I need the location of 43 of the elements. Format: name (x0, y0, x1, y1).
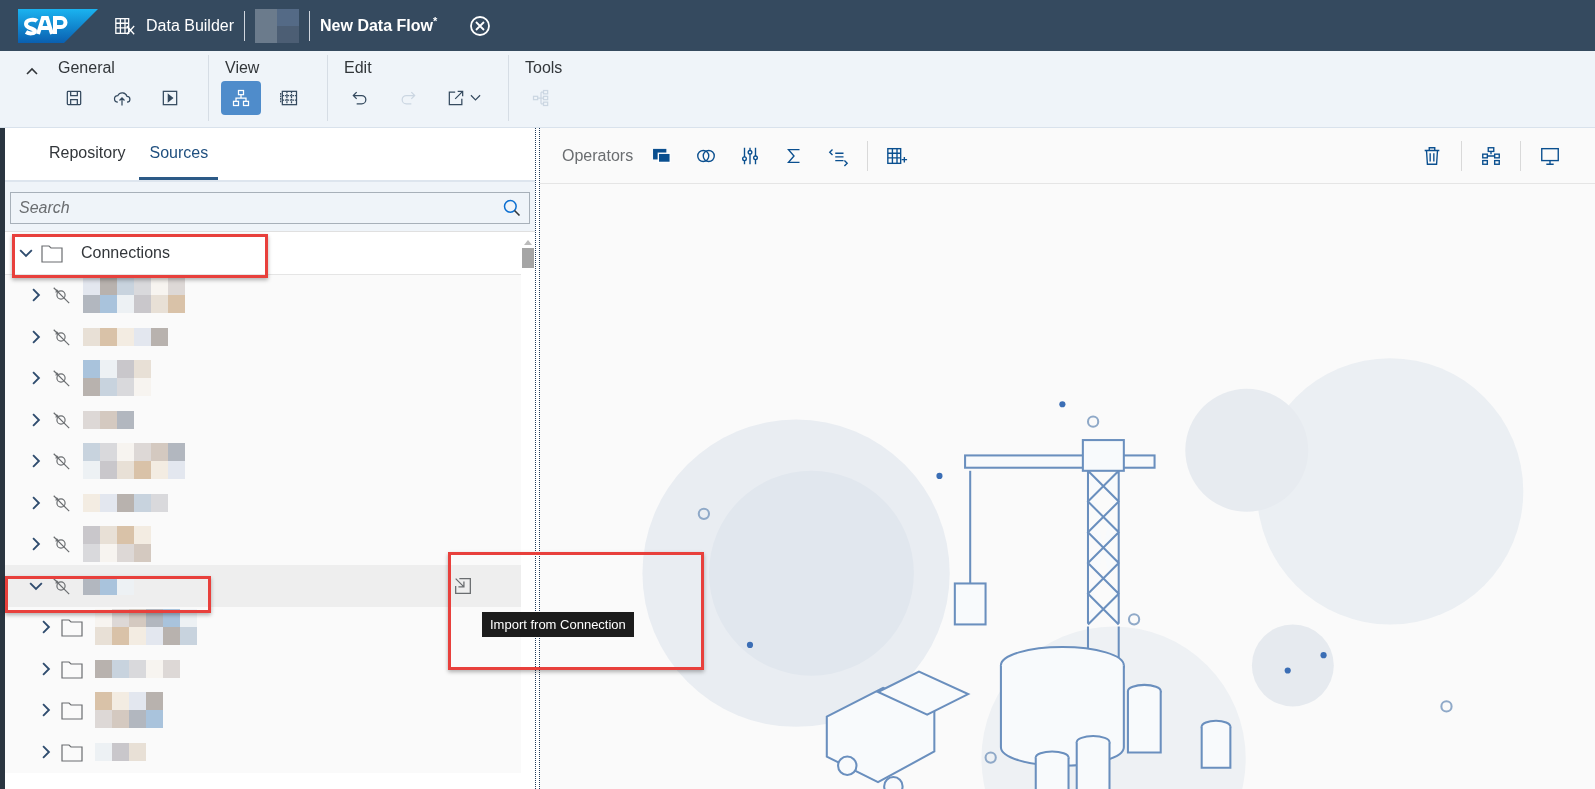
folder-name: Connections (81, 243, 170, 262)
blurred-name (83, 410, 134, 429)
folder-icon (61, 700, 83, 721)
dot-mark (936, 472, 943, 479)
dot-mark (1320, 652, 1327, 659)
hierarchy-icon (1480, 144, 1502, 167)
ring-mark (1086, 415, 1100, 428)
group-label: Tools (525, 59, 563, 77)
folder-icon (41, 242, 63, 263)
folder-icon (61, 741, 83, 762)
caret-icon (26, 67, 38, 75)
disconnected-plug-icon (51, 451, 71, 472)
dot-mark (1059, 401, 1066, 408)
disconnected-plug-icon (51, 368, 71, 389)
blurred-space-name (255, 8, 300, 43)
operators-label: Operators (562, 146, 634, 165)
dot-mark (1284, 667, 1291, 674)
blurred-name (83, 526, 151, 563)
ring-mark (1440, 700, 1453, 713)
group-label: View (225, 59, 261, 77)
logo-icon[interactable] (18, 8, 98, 43)
folder-icon (61, 617, 83, 638)
folder-icon (61, 658, 83, 679)
scroll-thumb[interactable] (522, 248, 534, 268)
blurred-name (95, 742, 146, 761)
ring-mark (984, 751, 997, 764)
caret-icon (469, 94, 481, 102)
tab[interactable]: Repository (39, 128, 136, 180)
app-name[interactable]: Data Builder (146, 16, 235, 35)
tooltip: Import from Connection (482, 612, 634, 637)
blurred-name (83, 360, 151, 397)
diagram-button[interactable] (221, 81, 261, 115)
disconnected-plug-icon (51, 534, 71, 555)
blurred-name (95, 692, 163, 729)
search-field[interactable]: Search (10, 192, 530, 224)
disconnected-plug-icon (51, 285, 71, 306)
search-icon[interactable] (502, 198, 522, 218)
group-label: Edit (344, 59, 373, 77)
document-title: New Data Flow$^{*}$ (320, 15, 438, 36)
group-label: General (58, 59, 116, 77)
ring-mark (697, 507, 711, 520)
dot-mark (746, 641, 754, 648)
ring-mark (1127, 613, 1141, 626)
